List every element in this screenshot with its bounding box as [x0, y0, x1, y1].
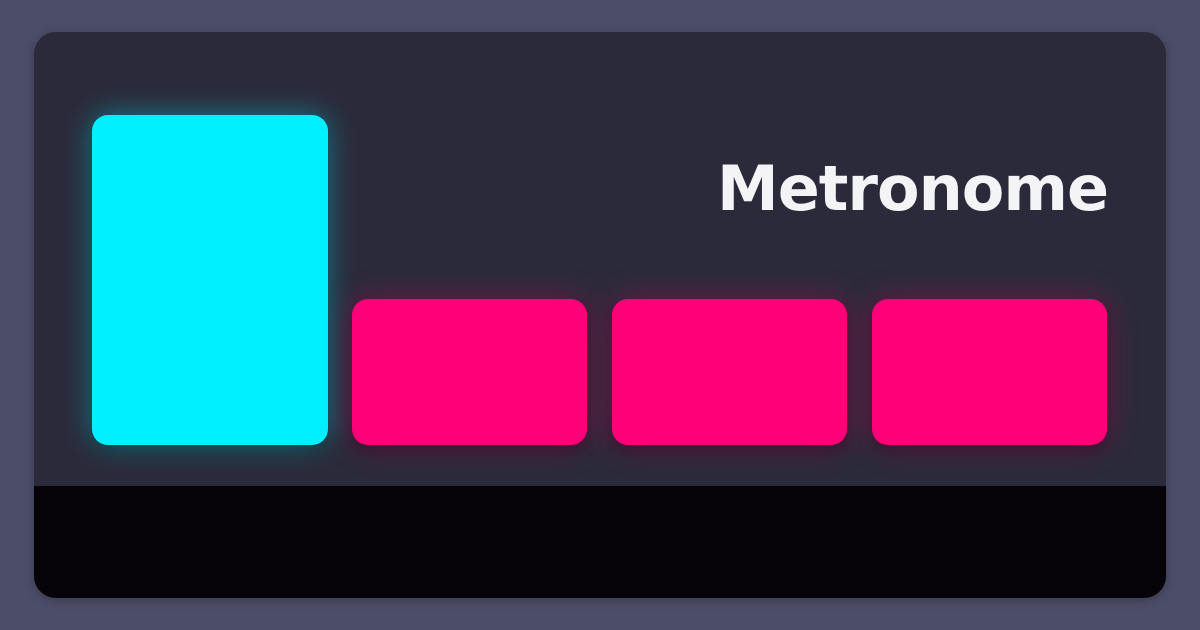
- footer-bar: [34, 486, 1166, 598]
- beat-4[interactable]: [872, 299, 1107, 445]
- metronome-panel: Metronome: [34, 32, 1166, 598]
- app-title: Metronome: [717, 152, 1109, 225]
- beat-2[interactable]: [352, 299, 587, 445]
- beat-1-accent[interactable]: [92, 115, 328, 445]
- beat-3[interactable]: [612, 299, 847, 445]
